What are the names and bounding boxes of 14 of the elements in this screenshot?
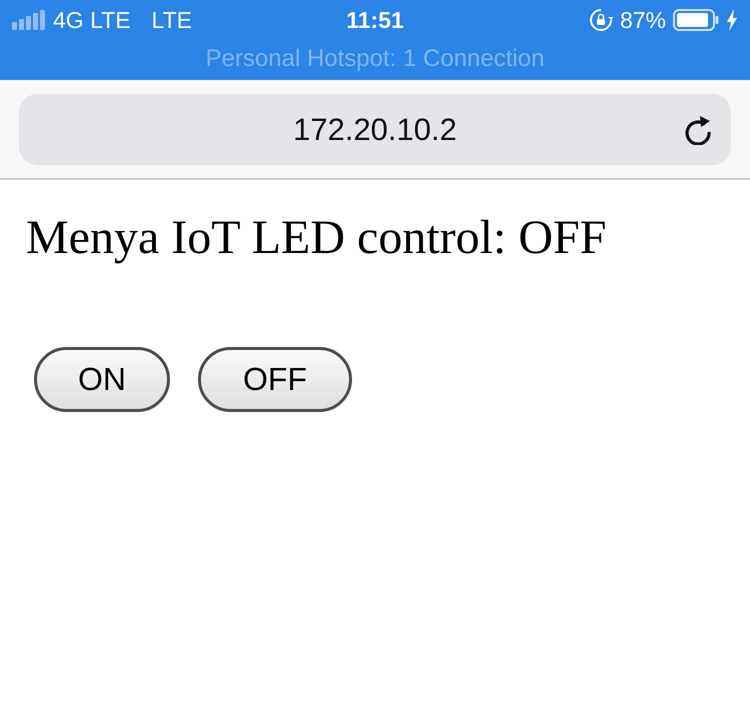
battery-icon: [673, 9, 719, 31]
battery-percent: 87%: [620, 6, 666, 34]
charging-icon: [726, 9, 738, 31]
toggle-button[interactable]: OFF: [198, 347, 352, 412]
rotation-lock-icon: [588, 8, 613, 32]
clock: 11:51: [346, 6, 404, 34]
network-label: LTE: [152, 6, 192, 34]
signal-icon: [12, 10, 46, 30]
hotspot-label: Personal Hotspot: 1 Connection: [204, 44, 546, 74]
page-heading: Menya IoT LED control: OFF: [26, 210, 608, 265]
toggle-button[interactable]: ON: [34, 347, 170, 412]
address-field[interactable]: 172.20.10.2: [19, 94, 731, 165]
reload-icon[interactable]: [683, 113, 713, 145]
carrier-label: 4G LTE: [53, 6, 131, 34]
